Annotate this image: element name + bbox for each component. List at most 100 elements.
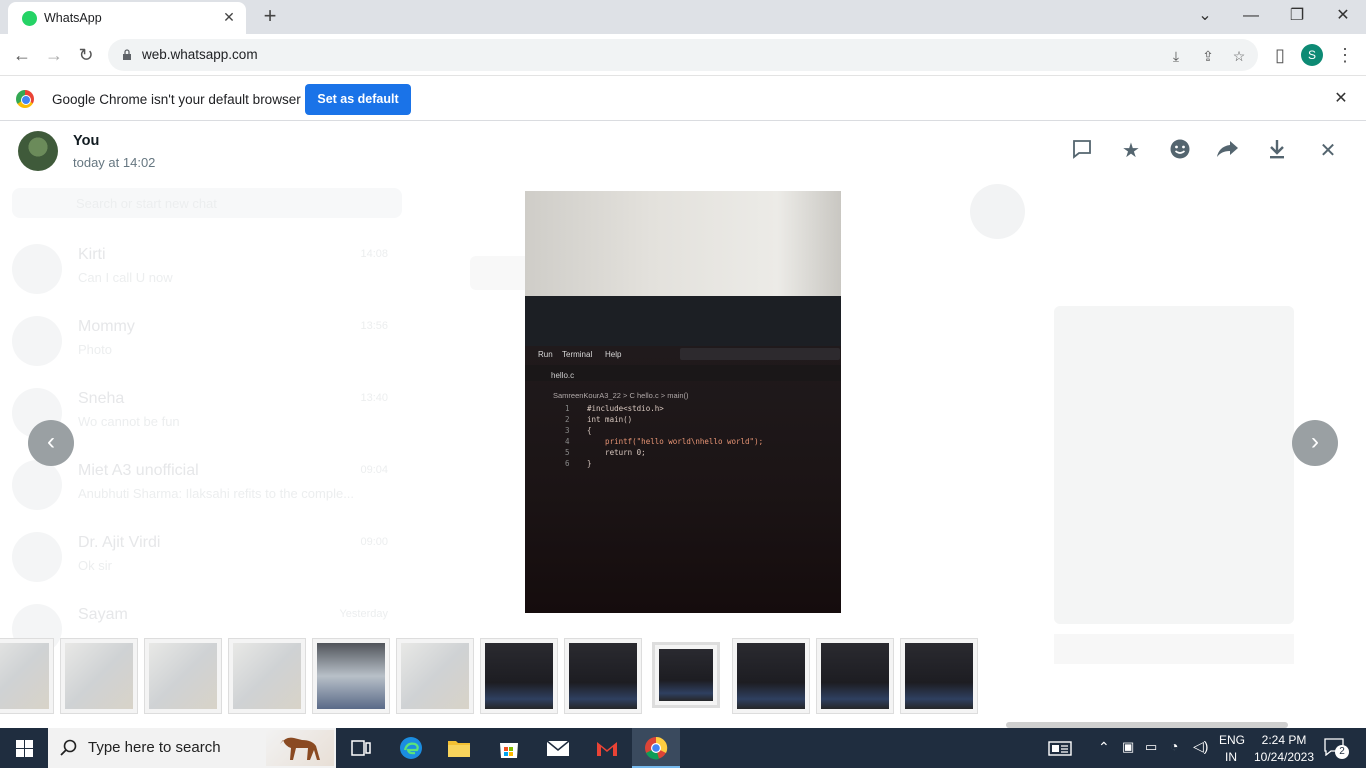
task-view-icon[interactable]: [349, 736, 373, 760]
install-app-icon[interactable]: ⤓: [1167, 47, 1185, 65]
photo-code-line-number: 5: [565, 448, 570, 457]
message-timestamp: today at 14:02: [73, 155, 156, 170]
notification-center-icon[interactable]: 2: [1324, 738, 1349, 759]
photo-code-line-number: 4: [565, 437, 570, 446]
address-bar[interactable]: web.whatsapp.com ⤓ ⇪ ☆: [108, 39, 1258, 71]
input-language-top[interactable]: ENG: [1219, 733, 1245, 747]
react-emoji-icon[interactable]: [1167, 138, 1193, 164]
mail-icon[interactable]: [546, 736, 570, 760]
photo-code-line-number: 6: [565, 459, 570, 468]
background-chat-name: Sneha: [78, 390, 125, 407]
tab-title: WhatsApp: [44, 11, 102, 25]
chrome-menu-icon[interactable]: ⋮: [1332, 42, 1358, 68]
background-chat-message: Photo: [78, 342, 112, 357]
media-thumbnail[interactable]: [396, 638, 474, 714]
set-as-default-button[interactable]: Set as default: [305, 84, 411, 115]
meet-now-icon[interactable]: ▣: [1122, 739, 1134, 755]
chrome-icon: [645, 736, 668, 760]
tab-close-icon[interactable]: ✕: [220, 8, 238, 26]
edge-browser-icon[interactable]: [399, 736, 423, 760]
media-thumbnail[interactable]: [816, 638, 894, 714]
tab-whatsapp[interactable]: WhatsApp ✕: [8, 2, 246, 34]
microsoft-store-icon[interactable]: [497, 736, 521, 760]
tab-search-chevron-icon[interactable]: ⌄: [1185, 4, 1225, 30]
media-thumbnail[interactable]: [652, 642, 720, 708]
whatsapp-content: Search or start new chat Kirti Can I call…: [0, 122, 1366, 728]
photo-code-line: }: [587, 459, 592, 468]
background-chat-name: Mommy: [78, 318, 135, 335]
file-explorer-icon[interactable]: [447, 736, 471, 760]
sender-avatar[interactable]: [18, 131, 58, 171]
next-media-button[interactable]: ›: [1292, 420, 1338, 466]
background-chat-avatar: [12, 532, 62, 582]
media-thumbnail[interactable]: [0, 638, 54, 714]
battery-icon[interactable]: ▭: [1145, 739, 1157, 755]
thumbnail-image: [0, 643, 49, 709]
back-button[interactable]: ←: [9, 42, 35, 68]
media-thumbnail[interactable]: [732, 638, 810, 714]
chrome-logo-icon: [16, 90, 34, 108]
background-chat-name: Miet A3 unofficial: [78, 462, 199, 479]
thumbnail-image: [737, 643, 805, 709]
star-icon[interactable]: ★: [1118, 138, 1144, 164]
background-chat-avatar: [12, 460, 62, 510]
thumbnail-image: [149, 643, 217, 709]
media-thumbnail[interactable]: [900, 638, 978, 714]
thumbnail-image: [233, 643, 301, 709]
taskbar-search-placeholder: Type here to search: [88, 739, 221, 756]
photo-wall: [525, 191, 841, 296]
forward-icon[interactable]: [1215, 138, 1241, 164]
clock-time[interactable]: 2:24 PM: [1250, 733, 1318, 747]
reload-button[interactable]: ↻: [73, 42, 99, 68]
background-chat-item: Mommy Photo 13:56: [12, 306, 402, 378]
background-chat-avatar: [12, 316, 62, 366]
forward-button[interactable]: →: [41, 42, 67, 68]
share-icon[interactable]: ⇪: [1199, 47, 1217, 65]
photo-code-line-number: 3: [565, 426, 570, 435]
media-thumbnail[interactable]: [144, 638, 222, 714]
side-panel-icon[interactable]: ▯: [1267, 42, 1293, 68]
volume-icon[interactable]: ◁): [1193, 738, 1208, 755]
media-thumbnail[interactable]: [60, 638, 138, 714]
media-thumbnail[interactable]: [564, 638, 642, 714]
background-chat-item: Dr. Ajit Virdi Ok sir 09:00: [12, 522, 402, 594]
show-hidden-icons-icon[interactable]: ⌃: [1098, 739, 1110, 756]
thumbnail-image: [659, 649, 713, 701]
new-tab-button[interactable]: +: [258, 5, 282, 29]
background-chat-time: Yesterday: [339, 608, 388, 620]
windows-start-icon[interactable]: [16, 740, 33, 757]
thumbnail-image: [485, 643, 553, 709]
minimize-button[interactable]: —: [1231, 4, 1271, 30]
infobar-close-icon[interactable]: ✕: [1332, 90, 1350, 108]
profile-avatar[interactable]: S: [1301, 44, 1323, 66]
background-chat-item: Kirti Can I call U now 14:08: [12, 234, 402, 306]
media-thumbnail[interactable]: [228, 638, 306, 714]
background-chat-name: Sayam: [78, 606, 128, 623]
photo-file-tab: hello.c: [551, 371, 575, 380]
photo-code-line: int main(): [587, 415, 633, 424]
clock-date[interactable]: 10/24/2023: [1250, 750, 1318, 764]
close-window-button[interactable]: ✕: [1323, 4, 1363, 30]
chrome-taskbar-button[interactable]: [632, 728, 680, 768]
lock-icon: [123, 49, 131, 60]
restore-button[interactable]: ❐: [1277, 4, 1317, 30]
go-to-message-icon[interactable]: [1069, 138, 1095, 164]
photo-menu-run: Run: [538, 350, 553, 359]
input-language-bottom[interactable]: IN: [1219, 750, 1243, 764]
previous-media-button[interactable]: ‹: [28, 420, 74, 466]
background-chat-time: 13:56: [360, 320, 388, 332]
background-chat-time: 14:08: [360, 248, 388, 260]
close-viewer-icon[interactable]: ✕: [1315, 138, 1341, 164]
background-search-placeholder: Search or start new chat: [76, 196, 217, 211]
bookmark-star-icon[interactable]: ☆: [1230, 47, 1248, 65]
background-chat-name: Kirti: [78, 246, 106, 263]
wifi-icon[interactable]: ◔: [1170, 738, 1178, 754]
background-chat-message: Wo cannot be fun: [78, 414, 180, 429]
media-thumbnail[interactable]: [312, 638, 390, 714]
media-thumbnail[interactable]: [480, 638, 558, 714]
taskbar-search-box[interactable]: Type here to search: [48, 728, 336, 768]
photo-code-line: #include<stdio.h>: [587, 404, 664, 413]
news-widget-icon[interactable]: [1048, 736, 1072, 760]
download-icon[interactable]: [1264, 138, 1290, 164]
gmail-icon[interactable]: [595, 736, 619, 760]
